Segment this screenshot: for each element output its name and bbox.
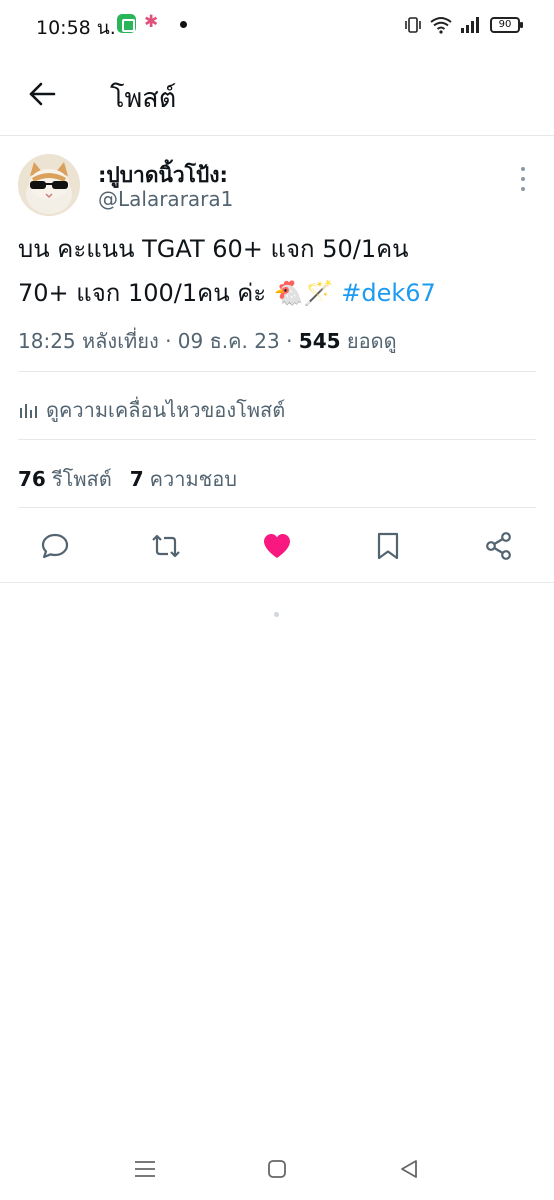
separator: ·	[286, 329, 299, 353]
post-time: 18:25 หลังเที่ยง	[18, 329, 159, 353]
retweets-stat[interactable]: 76 รีโพสต์	[18, 463, 112, 495]
view-post-engagements-link[interactable]: ดูความเคลื่อนไหวของโพสต์	[18, 394, 285, 426]
back-button[interactable]	[22, 74, 62, 114]
likes-label: ความชอบ	[149, 467, 237, 491]
bookmark-icon	[377, 532, 399, 560]
home-button[interactable]	[262, 1154, 292, 1184]
cat-with-sunglasses-avatar	[18, 154, 80, 216]
reply-button[interactable]	[38, 529, 72, 563]
post-text-line-2-text: 70+ แจก 100/1คน ค่ะ	[18, 279, 267, 307]
views-label: ยอดดู	[346, 329, 397, 353]
post-stats: 76 รีโพสต์ 7 ความชอบ	[18, 463, 237, 495]
post-metadata: 18:25 หลังเที่ยง · 09 ธ.ค. 23 · 545 ยอดด…	[18, 325, 397, 357]
divider	[18, 439, 536, 440]
system-back-button[interactable]	[394, 1154, 424, 1184]
page-title: โพสต์	[110, 83, 177, 114]
like-icon	[264, 534, 290, 558]
more-dot	[521, 187, 525, 191]
system-navigation-bar	[0, 1140, 554, 1200]
post-date: 09 ธ.ค. 23	[177, 329, 280, 353]
retweets-label: รีโพสต์	[51, 467, 112, 491]
more-dot	[521, 177, 525, 181]
post-text-line-1: บน คะแนน TGAT 60+ แจก 50/1คน	[18, 235, 409, 263]
green-app-icon	[117, 14, 136, 33]
analytics-icon	[20, 404, 37, 418]
action-bar	[0, 509, 554, 583]
user-handle[interactable]: @Lalararara1	[98, 187, 233, 211]
likes-stat[interactable]: 7 ความชอบ	[130, 463, 237, 495]
views-count: 545	[298, 329, 341, 353]
home-icon	[268, 1160, 286, 1178]
status-bar: 10:58 น. ✱ 90	[0, 0, 554, 50]
divider	[18, 371, 536, 372]
post-text: บน คะแนน TGAT 60+ แจก 50/1คน 70+ แจก 100…	[18, 227, 538, 315]
divider	[18, 507, 536, 508]
like-button[interactable]	[260, 529, 294, 563]
menu-icon	[135, 1161, 155, 1177]
arrow-left-icon	[29, 82, 56, 106]
share-icon	[486, 532, 511, 560]
battery-icon: 90	[490, 17, 523, 33]
likes-count: 7	[129, 467, 144, 491]
notification-dot-icon	[180, 21, 187, 28]
chicken-wand-emoji: 🐔🪄	[273, 279, 334, 307]
colorful-app-icon: ✱	[144, 12, 159, 32]
hashtag-link[interactable]: #dek67	[341, 279, 436, 307]
more-dot	[521, 167, 525, 171]
post-text-line-2: 70+ แจก 100/1คน ค่ะ 🐔🪄 #dek67	[18, 271, 538, 315]
wifi-icon	[430, 17, 452, 34]
vibrate-icon	[405, 17, 421, 33]
retweets-count: 76	[18, 467, 46, 491]
share-button[interactable]	[482, 529, 516, 563]
avatar[interactable]	[18, 154, 80, 216]
back-icon	[401, 1160, 417, 1178]
loading-indicator	[274, 612, 279, 617]
bookmark-button[interactable]	[371, 529, 405, 563]
signal-icon	[461, 17, 479, 33]
top-app-bar: โพสต์	[0, 50, 554, 136]
separator: ·	[165, 329, 178, 353]
repost-icon	[152, 534, 180, 558]
engagement-label: ดูความเคลื่อนไหวของโพสต์	[46, 398, 286, 422]
status-time: 10:58 น.	[36, 17, 116, 39]
repost-button[interactable]	[149, 529, 183, 563]
recent-apps-button[interactable]	[130, 1154, 160, 1184]
reply-icon	[41, 533, 69, 559]
status-icons: 90	[404, 14, 523, 36]
more-options-button[interactable]	[512, 167, 534, 191]
